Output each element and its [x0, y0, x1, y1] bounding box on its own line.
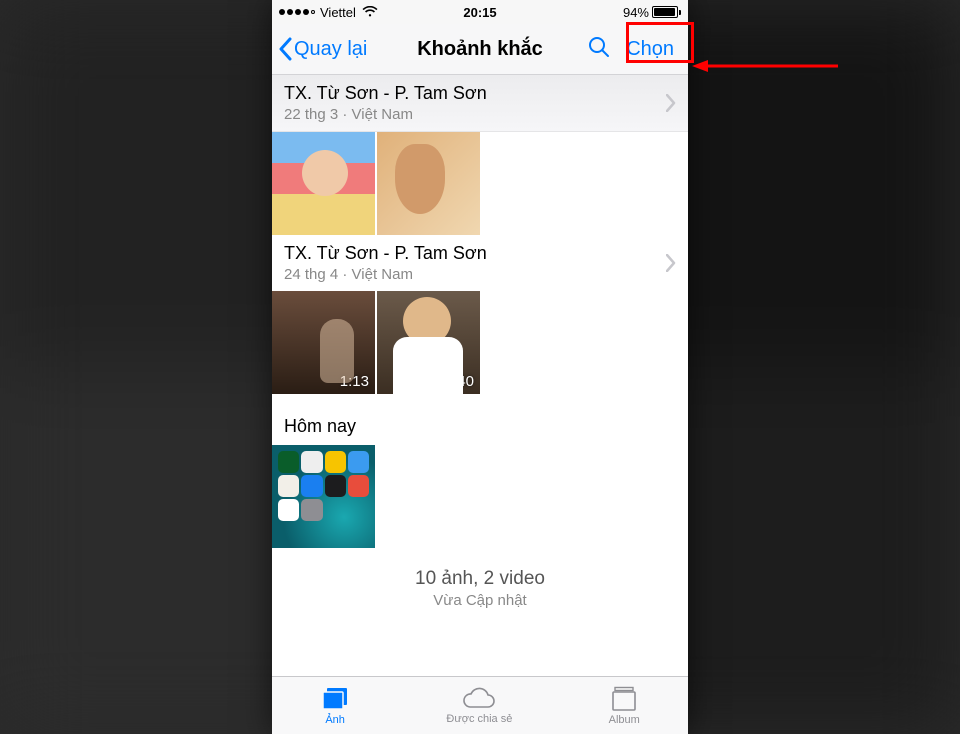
moments-scroll[interactable]: TX. Từ Sơn - P. Tam Sơn 22 thg 3 · Việt …	[272, 75, 688, 676]
summary-count: 10 ảnh, 2 video	[272, 568, 688, 590]
tab-shared[interactable]: Được chia sẻ	[446, 687, 512, 725]
moment-title: TX. Từ Sơn - P. Tam Sơn	[284, 243, 666, 264]
summary-updated: Vừa Cập nhật	[272, 592, 688, 609]
moment-header[interactable]: Hôm nay	[272, 394, 688, 445]
phone-frame: Viettel 20:15 94% Quay lại Khoảnh khắc	[272, 0, 688, 734]
carrier-label: Viettel	[320, 5, 356, 20]
moment-header[interactable]: TX. Từ Sơn - P. Tam Sơn 24 thg 4 · Việt …	[272, 235, 688, 291]
library-summary: 10 ảnh, 2 video Vừa Cập nhật	[272, 548, 688, 621]
page-title: Khoảnh khắc	[417, 38, 543, 61]
select-button[interactable]: Chọn	[618, 34, 682, 65]
search-icon	[588, 36, 610, 63]
tab-label: Ảnh	[325, 714, 345, 726]
thumb-row: 1:13 0:40	[272, 291, 688, 394]
status-left: Viettel	[279, 5, 378, 20]
video-duration: 0:40	[445, 373, 474, 390]
photo-thumbnail[interactable]	[272, 132, 375, 235]
photos-tab-icon	[320, 686, 350, 712]
photo-thumbnail[interactable]	[272, 445, 375, 548]
moment-subtitle: 22 thg 3 · Việt Nam	[284, 106, 666, 123]
clock: 20:15	[463, 5, 496, 20]
video-duration: 1:13	[340, 373, 369, 390]
moment-subtitle: 24 thg 4 · Việt Nam	[284, 266, 666, 283]
moment-title: TX. Từ Sơn - P. Tam Sơn	[284, 83, 666, 104]
nav-bar: Quay lại Khoảnh khắc Chọn	[272, 24, 688, 75]
chevron-left-icon	[278, 37, 292, 61]
status-bar: Viettel 20:15 94%	[272, 0, 688, 24]
select-label: Chọn	[626, 38, 674, 60]
back-label: Quay lại	[294, 38, 367, 61]
signal-strength-icon	[279, 9, 315, 15]
moment-header[interactable]: TX. Từ Sơn - P. Tam Sơn 22 thg 3 · Việt …	[272, 75, 688, 132]
tab-photos[interactable]: Ảnh	[320, 686, 350, 726]
cloud-tab-icon	[462, 687, 496, 711]
tab-label: Được chia sẻ	[446, 713, 512, 725]
video-thumbnail[interactable]: 1:13	[272, 291, 375, 394]
chevron-right-icon	[666, 254, 676, 272]
moment-title: Hôm nay	[284, 416, 676, 437]
tab-album[interactable]: Album	[609, 686, 640, 726]
tab-bar: Ảnh Được chia sẻ Album	[272, 676, 688, 734]
battery-pct: 94%	[623, 5, 649, 20]
search-button[interactable]	[580, 32, 618, 67]
chevron-right-icon	[666, 94, 676, 112]
status-right: 94%	[623, 5, 681, 20]
video-thumbnail[interactable]: 0:40	[377, 291, 480, 394]
photo-thumbnail[interactable]	[377, 132, 480, 235]
battery-icon	[652, 6, 681, 18]
tab-label: Album	[609, 714, 640, 726]
wifi-icon	[362, 6, 378, 18]
back-button[interactable]: Quay lại	[278, 37, 367, 61]
thumb-row	[272, 445, 688, 548]
album-tab-icon	[610, 686, 638, 712]
thumb-row	[272, 132, 688, 235]
